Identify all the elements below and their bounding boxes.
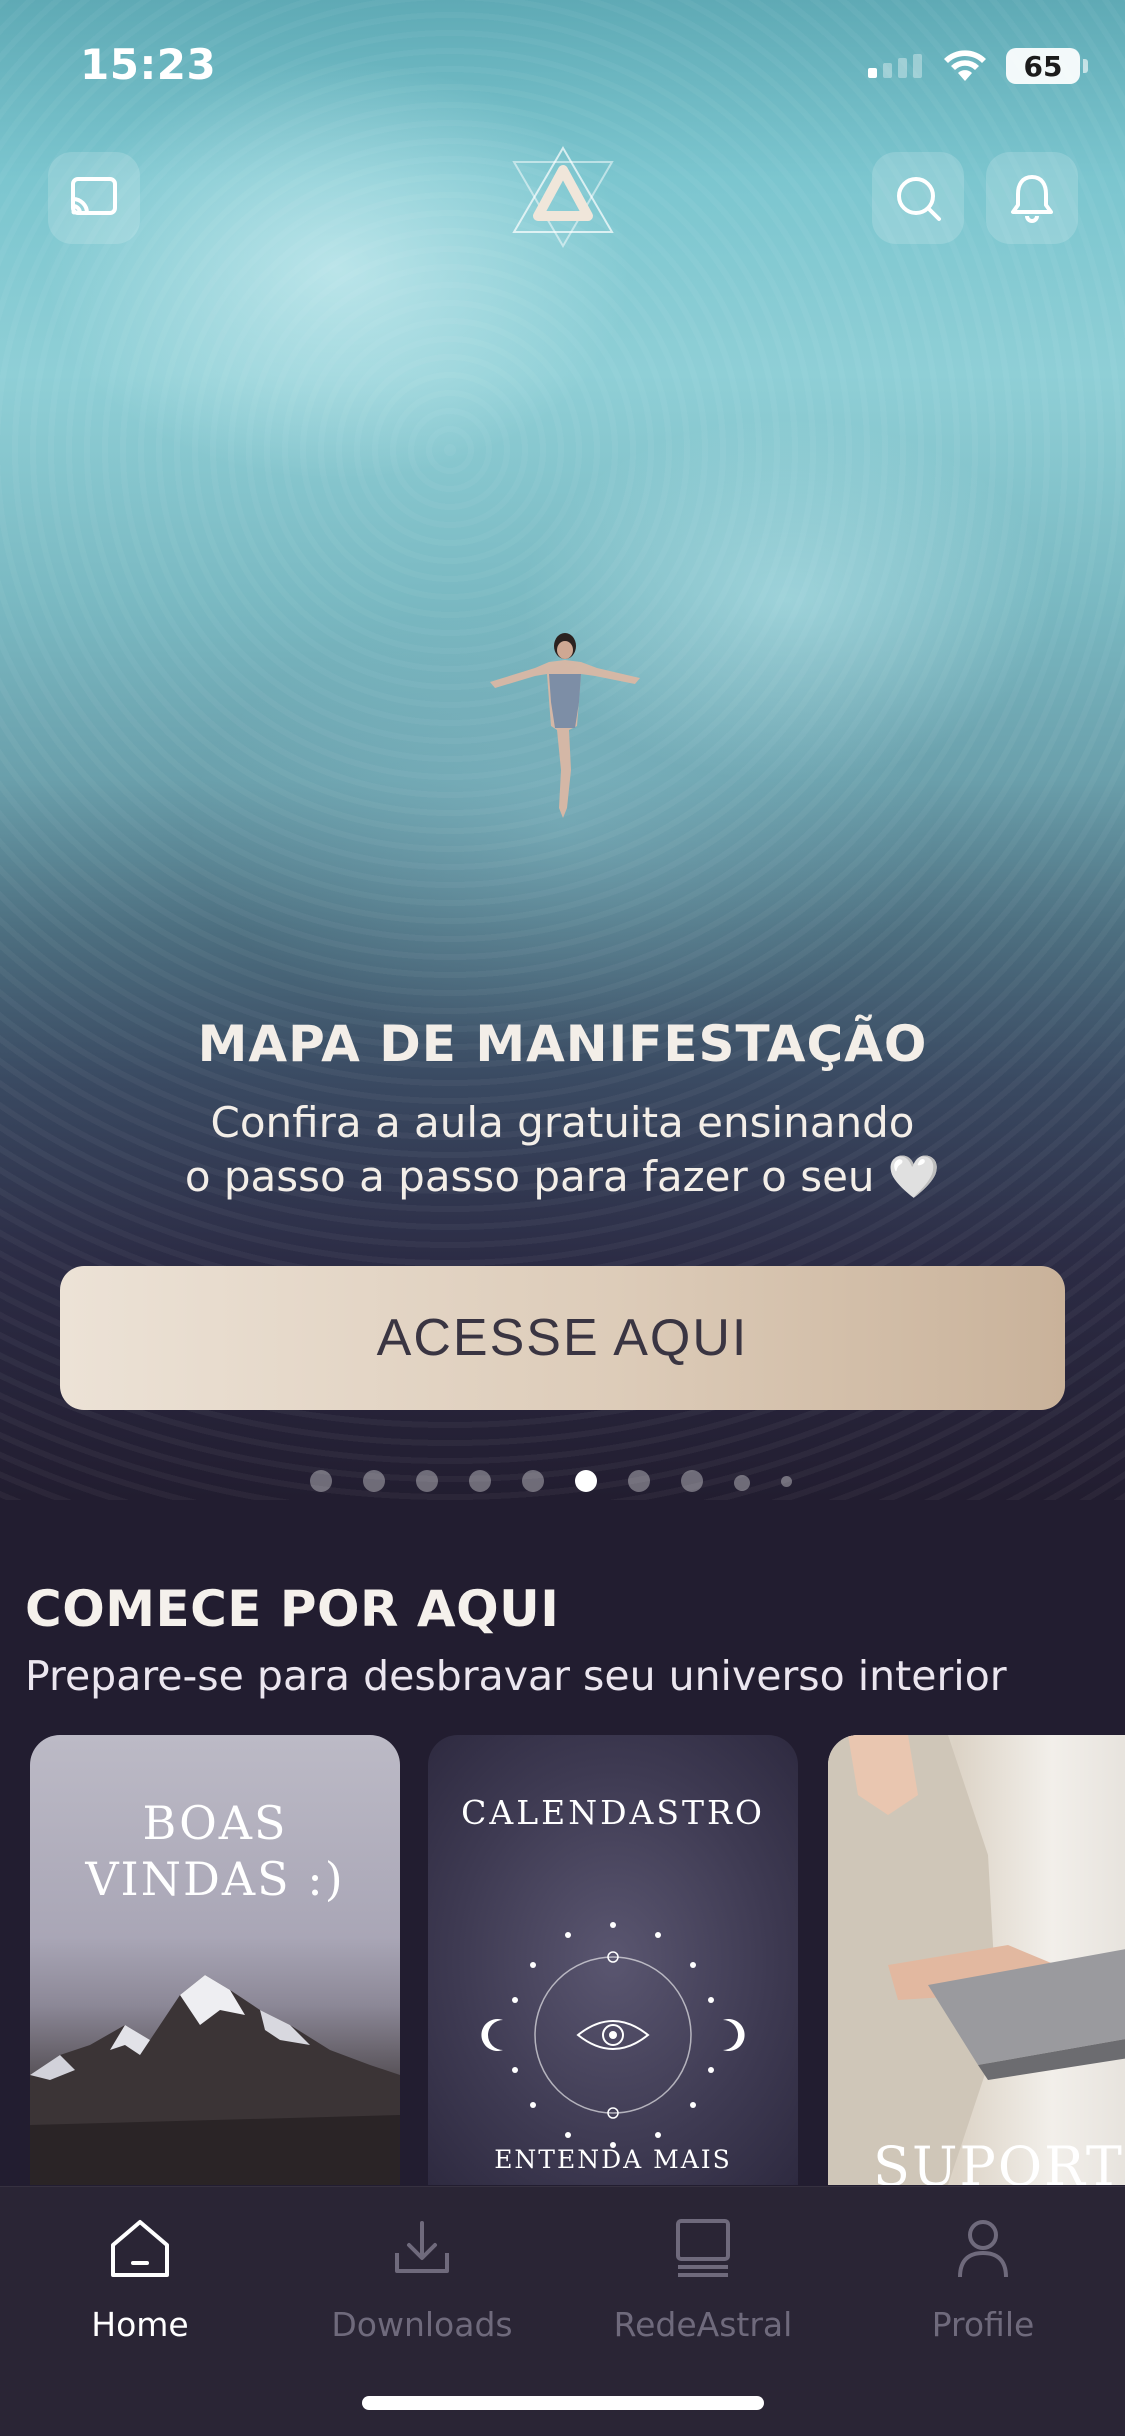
notifications-button[interactable] [986, 152, 1078, 244]
card-suporte[interactable]: SUPORTE [828, 1735, 1125, 2185]
download-icon [395, 2221, 449, 2273]
signal-icon [868, 54, 922, 78]
tab-downloads-label: Downloads [331, 2305, 513, 2344]
search-button[interactable] [872, 152, 964, 244]
monitor-icon [676, 2219, 730, 2277]
carousel-dot[interactable] [734, 1474, 750, 1491]
swimmer-image [490, 633, 640, 818]
carousel-dot[interactable] [522, 1470, 544, 1492]
cast-icon [71, 177, 117, 215]
cast-button[interactable] [48, 152, 140, 244]
hero-subtitle-line1: Confira a aula gratuita ensinando [210, 1098, 915, 1147]
tab-profile-label: Profile [931, 2305, 1035, 2344]
wifi-icon [944, 50, 986, 81]
carousel-dot[interactable] [310, 1470, 332, 1492]
status-time: 15:23 [80, 40, 217, 89]
card-suporte-title: SUPORTE [873, 2135, 1125, 2185]
triangle-logo-icon [512, 146, 614, 248]
carousel-dot[interactable] [781, 1475, 792, 1487]
section-subtitle: Prepare-se para desbravar seu universo i… [25, 1652, 1007, 1700]
status-icons: 65 [868, 48, 1088, 84]
tab-profile[interactable]: Profile [843, 2213, 1123, 2344]
tab-downloads[interactable]: Downloads [282, 2213, 562, 2344]
tab-home-label: Home [91, 2305, 189, 2344]
carousel-dot[interactable] [681, 1470, 703, 1492]
card-calendastro[interactable]: CALENDASTRO ENTENDA MAIS [428, 1735, 798, 2185]
card-welcome-title: BOAS VINDAS :) [30, 1795, 400, 1907]
carousel-dot-active[interactable] [575, 1470, 597, 1492]
hero-title: MAPA DE MANIFESTAÇÃO [197, 1015, 928, 1073]
home-indicator[interactable] [362, 2396, 764, 2410]
carousel-dot[interactable] [469, 1470, 491, 1492]
mountain-image [30, 1975, 400, 2185]
profile-icon [958, 2220, 1008, 2278]
section-title: COMECE POR AQUI [25, 1580, 560, 1638]
card-welcome-title-line2: VINDAS :) [85, 1852, 345, 1906]
tab-redeastral[interactable]: RedeAstral [563, 2213, 843, 2344]
card-welcome[interactable]: BOAS VINDAS :) [30, 1735, 400, 2185]
bell-icon [1011, 175, 1053, 223]
laptop-photo [828, 1735, 1125, 2185]
access-here-button[interactable]: ACESSE AQUI [60, 1266, 1065, 1410]
search-icon [897, 177, 941, 221]
tab-home[interactable]: Home [0, 2213, 280, 2344]
card-calendastro-footer: ENTENDA MAIS [494, 2145, 732, 2174]
carousel-pagination[interactable] [310, 1470, 823, 1492]
carousel-dot[interactable] [416, 1470, 438, 1492]
hero-subtitle-line2: o passo a passo para fazer o seu 🤍 [184, 1152, 941, 1201]
moon-phases-icon [481, 1922, 745, 2148]
battery-indicator: 65 [1006, 48, 1088, 84]
carousel-dot[interactable] [628, 1470, 650, 1492]
card-calendastro-title: CALENDASTRO [461, 1793, 765, 1832]
card-welcome-title-line1: BOAS [142, 1796, 288, 1850]
home-icon [111, 2220, 169, 2277]
carousel-dot[interactable] [363, 1470, 385, 1492]
tab-redeastral-label: RedeAstral [613, 2305, 793, 2344]
